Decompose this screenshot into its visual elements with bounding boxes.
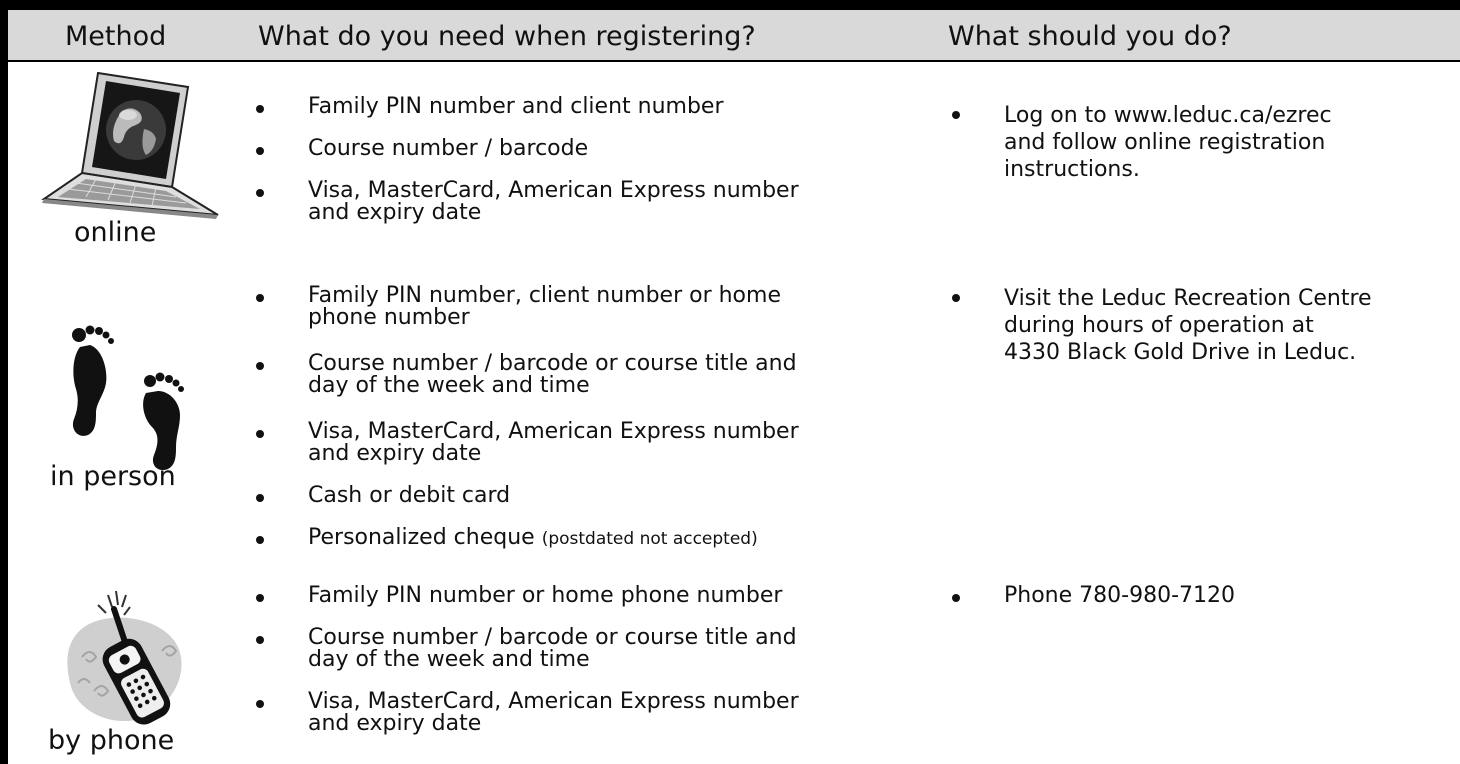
method-label-in-person: in person: [50, 461, 176, 492]
list-item: Family PIN number, client number or home…: [256, 285, 799, 329]
list-item-line: during hours of operation at: [1004, 313, 1314, 338]
actions-list-in-person: Visit the Leduc Recreation Centre during …: [952, 285, 1372, 366]
needs-column-header: What do you need when registering?: [258, 21, 756, 52]
laptop-globe-icon: [41, 71, 219, 219]
method-column-header: Method: [65, 21, 167, 52]
list-item-line: and expiry date: [308, 200, 482, 225]
list-item: Cash or debit card: [256, 485, 799, 507]
list-item: Course number / barcode or course title …: [256, 353, 799, 397]
needs-list-by-phone: Family PIN number or home phone number C…: [256, 585, 799, 735]
list-item-line: and expiry date: [308, 711, 482, 736]
list-item-line: and expiry date: [308, 441, 482, 466]
actions-list-online: Log on to www.leduc.ca/ezrec and follow o…: [952, 102, 1332, 183]
footprints-icon: [72, 325, 184, 471]
registration-methods-table: Method What do you need when registering…: [8, 10, 1460, 764]
list-item-line: instructions.: [1004, 157, 1140, 182]
ringing-phone-icon: [67, 590, 182, 725]
list-item: Family PIN number or home phone number: [256, 585, 799, 607]
needs-list-online: Family PIN number and client number Cour…: [256, 96, 799, 224]
list-item: Visit the Leduc Recreation Centre during …: [952, 285, 1372, 366]
list-item: Phone 780-980-7120: [952, 585, 1235, 607]
list-item-line: day of the week and time: [308, 647, 590, 672]
table-row-in-person: in person Family PIN number, client numb…: [8, 245, 1460, 550]
list-item: Visa, MasterCard, American Express numbe…: [256, 691, 799, 735]
table-row-by-phone: by phone Family PIN number or home phone…: [8, 545, 1460, 764]
list-item: Course number / barcode: [256, 138, 799, 160]
list-item: Family PIN number and client number: [256, 96, 799, 118]
actions-column-header: What should you do?: [948, 21, 1232, 52]
needs-list-in-person: Family PIN number, client number or home…: [256, 285, 799, 550]
list-item-line: day of the week and time: [308, 373, 590, 398]
list-item-line: and follow online registration: [1004, 130, 1326, 155]
table-row-online: online Family PIN number and client numb…: [8, 62, 1460, 248]
list-item-line: phone number: [308, 305, 470, 330]
actions-list-by-phone: Phone 780-980-7120: [952, 585, 1235, 607]
method-label-by-phone: by phone: [48, 725, 175, 756]
table-header: Method What do you need when registering…: [8, 10, 1460, 62]
list-item: Log on to www.leduc.ca/ezrec and follow o…: [952, 102, 1332, 183]
list-item-line: Log on to www.leduc.ca/ezrec: [1004, 103, 1332, 128]
list-item: Visa, MasterCard, American Express numbe…: [256, 421, 799, 465]
list-item-line: Visit the Leduc Recreation Centre: [1004, 286, 1372, 311]
method-label-online: online: [74, 217, 157, 248]
list-item: Course number / barcode or course title …: [256, 627, 799, 671]
list-item: Visa, MasterCard, American Express numbe…: [256, 180, 799, 224]
list-item-line: 4330 Black Gold Drive in Leduc.: [1004, 340, 1357, 365]
